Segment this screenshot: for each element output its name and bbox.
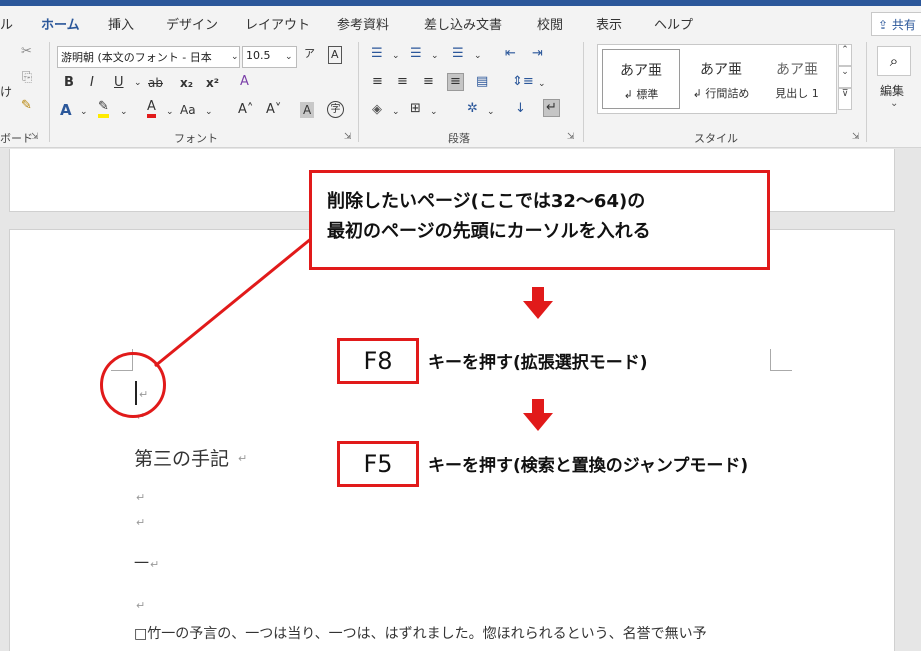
f5-key-label: F5 bbox=[363, 450, 393, 478]
callout-line: 最初のページの先頭にカーソルを入れる bbox=[327, 221, 651, 242]
word-window: ル ホーム 挿入 デザイン レイアウト 参考資料 差し込み文書 校閲 表示 ヘル… bbox=[0, 0, 921, 651]
step1-text: キーを押す(拡張選択モード) bbox=[428, 353, 648, 373]
f5-key-box: F5 bbox=[337, 441, 419, 487]
step2-text: キーを押す(検索と置換のジャンプモード) bbox=[428, 456, 749, 476]
down-arrow-icon bbox=[523, 287, 553, 319]
f8-key-label: F8 bbox=[363, 347, 393, 375]
instruction-callout: 削除したいページ(ここでは32〜64)の 最初のページの先頭にカーソルを入れる bbox=[309, 170, 770, 270]
annotation-connector bbox=[154, 236, 313, 368]
down-arrow-icon bbox=[523, 399, 553, 431]
f8-key-box: F8 bbox=[337, 338, 419, 384]
callout-leader-line bbox=[154, 236, 313, 368]
callout-line: 削除したいページ(ここでは32〜64)の bbox=[327, 191, 646, 212]
cursor-highlight-circle bbox=[100, 352, 166, 418]
